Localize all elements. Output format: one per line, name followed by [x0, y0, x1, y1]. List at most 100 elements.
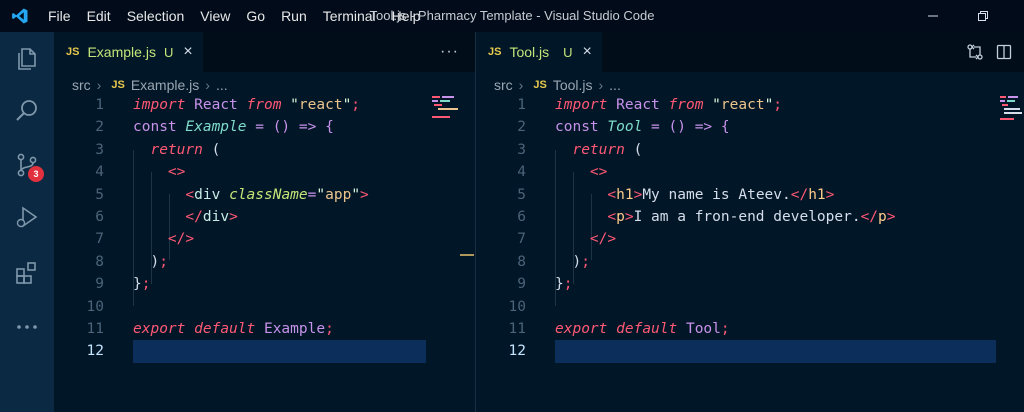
code-token: ) — [572, 253, 582, 270]
code-line: 9}; — [476, 273, 1024, 295]
line-number: 7 — [517, 231, 526, 248]
minimap[interactable] — [432, 96, 468, 122]
line-number: 8 — [95, 253, 104, 270]
line-number: 9 — [95, 276, 104, 293]
code-token: <div className="app"> — [133, 184, 368, 206]
menu-edit[interactable]: Edit — [79, 0, 119, 32]
current-line-highlight — [555, 340, 996, 363]
close-tab-icon[interactable]: × — [583, 43, 592, 61]
code-token: React — [616, 97, 660, 113]
activity-bar: 3 — [0, 32, 54, 412]
chevron-right-icon: › — [96, 77, 102, 93]
search-icon[interactable] — [0, 88, 54, 134]
chevron-right-icon: › — [205, 77, 210, 93]
code-token: ); — [133, 251, 168, 273]
menu-terminal[interactable]: Terminal — [315, 0, 384, 32]
line-number: 2 — [517, 119, 526, 136]
menu-go[interactable]: Go — [238, 0, 273, 32]
breadcrumb-file[interactable]: Tool.js — [553, 77, 593, 93]
minimize-icon[interactable] — [910, 0, 956, 32]
minimap[interactable] — [1000, 96, 1022, 122]
line-number: 3 — [517, 141, 526, 158]
code-token: < — [607, 208, 617, 225]
menu-run[interactable]: Run — [273, 0, 315, 32]
code-line: 7 </> — [54, 228, 475, 250]
code-token: </> — [167, 231, 195, 248]
code-token: <> — [133, 161, 185, 183]
untracked-indicator: U — [563, 44, 573, 60]
code-editor[interactable]: 1 import React from "react"; 2 const Tool … — [476, 94, 1024, 363]
breadcrumb-symbols[interactable]: ... — [609, 77, 621, 93]
line-number: 2 — [95, 119, 104, 136]
code-token: }; — [555, 273, 572, 295]
code-token: p — [616, 208, 625, 225]
code-token: ; — [581, 253, 590, 270]
code-token: react — [720, 97, 765, 113]
restore-icon[interactable] — [960, 0, 1006, 32]
code-token: default — [616, 320, 678, 337]
code-token: ( — [211, 141, 221, 158]
code-token: > — [886, 208, 896, 225]
code-token: return — [572, 141, 625, 158]
extensions-icon[interactable] — [0, 250, 54, 296]
tab-bar: JS Example.js U × ··· — [54, 32, 475, 72]
code-line: 6 </div> — [54, 206, 475, 228]
code-token: </ — [790, 186, 809, 203]
run-debug-icon[interactable] — [0, 194, 54, 240]
menu-selection[interactable]: Selection — [119, 0, 193, 32]
tab-example-js[interactable]: JS Example.js U × — [54, 32, 203, 72]
code-token: import React from "react"; — [555, 94, 782, 116]
code-token: h1 — [616, 186, 634, 203]
code-token: p — [878, 208, 887, 225]
code-line: 6 <p>I am a fron-end developer.</p> — [476, 206, 1024, 228]
code-line: 10 — [54, 296, 475, 318]
code-token: ; — [159, 253, 168, 270]
line-number: 12 — [508, 343, 526, 360]
code-line: 2 const Tool = () => { — [476, 116, 1024, 138]
js-file-icon: JS — [66, 46, 80, 58]
js-file-icon: JS — [533, 79, 547, 91]
breadcrumb-folder[interactable]: src — [494, 77, 513, 93]
menu-view[interactable]: View — [192, 0, 238, 32]
breadcrumb-folder[interactable]: src — [72, 77, 91, 93]
code-token: } — [133, 276, 142, 293]
compare-changes-icon[interactable] — [966, 32, 984, 72]
source-control-icon[interactable]: 3 — [0, 142, 54, 188]
code-token: ) — [150, 253, 160, 270]
line-number: 7 — [95, 231, 104, 248]
line-number: 10 — [86, 298, 104, 315]
code-token: return ( — [555, 139, 642, 161]
line-number: 1 — [517, 97, 526, 113]
code-line: 10 — [476, 296, 1024, 318]
code-token: ; — [141, 276, 151, 293]
split-editor-icon[interactable] — [996, 32, 1012, 72]
code-token: default — [194, 320, 256, 337]
code-line-active: 12 — [476, 340, 1024, 363]
js-file-icon: JS — [488, 46, 502, 58]
code-token: </> — [133, 228, 194, 250]
code-token: export — [133, 320, 186, 337]
untracked-indicator: U — [163, 44, 174, 60]
code-editor[interactable]: 1 import React from "react"; 2 const Examp… — [54, 94, 475, 363]
line-number: 4 — [517, 164, 526, 181]
code-token: </> — [555, 228, 616, 250]
code-line: 9}; — [54, 273, 475, 295]
menu-file[interactable]: File — [40, 0, 79, 32]
breadcrumb-symbols[interactable]: ... — [216, 77, 228, 93]
explorer-icon[interactable] — [0, 36, 54, 82]
code-token: const — [133, 119, 177, 136]
scrollbar-cursor-marker — [460, 254, 474, 256]
code-token: </ — [185, 208, 203, 225]
code-token: " — [316, 186, 326, 203]
code-token: Example — [185, 119, 247, 136]
breadcrumb-file[interactable]: Example.js — [131, 77, 199, 93]
tab-tool-js[interactable]: JS Tool.js U × — [476, 32, 602, 72]
more-icon[interactable] — [0, 304, 54, 350]
menu-help[interactable]: Help — [384, 0, 429, 32]
code-token: Example — [263, 320, 326, 337]
code-token: <> — [167, 164, 186, 181]
close-tab-icon[interactable]: × — [183, 43, 192, 61]
more-actions-icon[interactable]: ··· — [440, 32, 459, 72]
code-token: ; — [773, 97, 783, 113]
code-token: <> — [589, 164, 608, 181]
